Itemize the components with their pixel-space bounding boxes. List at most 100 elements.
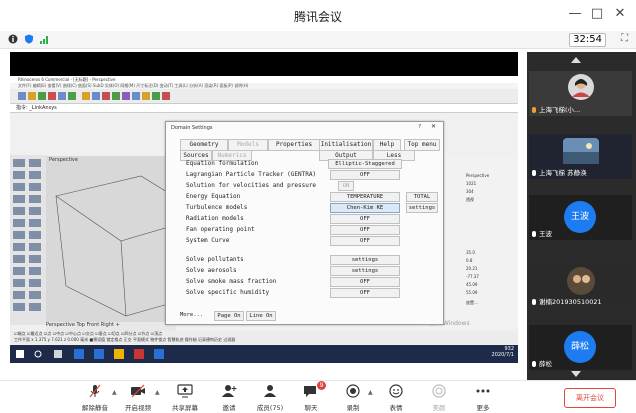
setting-label: Solution for velocities and pressure <box>186 182 317 189</box>
line-on-button[interactable]: Line On <box>246 311 276 321</box>
property-value: 304 <box>466 189 474 194</box>
mic-icon <box>532 361 536 367</box>
title-bar: 腾讯会议 — □ ✕ <box>0 0 636 31</box>
mic-icon <box>532 107 536 113</box>
more-options-button[interactable]: 更多 <box>463 381 503 413</box>
people-icon <box>264 385 276 397</box>
toolbar-icon <box>102 92 110 100</box>
video-button[interactable]: 开启视频 <box>118 381 158 413</box>
info-icon[interactable] <box>8 34 18 44</box>
smoke-fraction-toggle[interactable]: OFF <box>330 277 400 287</box>
toolbar-icon <box>82 92 90 100</box>
toolbar-icon <box>122 92 130 100</box>
participant-name-text: 薛松 <box>539 360 552 368</box>
toolbar-icon <box>92 92 100 100</box>
person-add-icon <box>222 385 237 397</box>
shield-icon[interactable] <box>24 34 34 44</box>
page-on-button[interactable]: Page On <box>214 311 244 321</box>
setting-label: Solve pollutants <box>186 256 244 263</box>
setting-label: Radiation models <box>186 215 244 222</box>
maximize-button[interactable]: □ <box>588 6 606 21</box>
system-curve-toggle[interactable]: OFF <box>330 236 400 246</box>
remote-command-line: 指令: _LinkAnsys <box>10 104 518 113</box>
tray-clock: 932 2020/7/1 <box>492 346 514 358</box>
setting-label: Energy Equation <box>186 193 241 200</box>
participant-name: 谢楠201930510021 <box>532 296 602 306</box>
tab-properties[interactable]: Properties <box>268 139 320 151</box>
participant-name-text: 上海飞梯 苏静涣 <box>539 169 587 177</box>
camera-icon <box>131 384 145 398</box>
participant-name-text: 王波 <box>539 230 552 238</box>
viewport-label: Perspective <box>49 157 78 163</box>
mic-icon <box>532 299 536 305</box>
meeting-timer: 32:54 <box>569 33 606 47</box>
toolbar-icon <box>142 92 150 100</box>
avatar: 薛松 <box>564 331 596 363</box>
aerosols-settings-button[interactable]: settings <box>330 266 400 276</box>
participant-name: 王波 <box>532 228 552 238</box>
toolbar-icon <box>162 92 170 100</box>
minimize-button[interactable]: — <box>566 6 584 21</box>
chat-badge: 9 <box>317 381 326 390</box>
setting-label: Turbulence models <box>186 204 248 211</box>
pollutants-settings-button[interactable]: settings <box>330 255 400 265</box>
setting-label: System Curve <box>186 237 230 244</box>
gentra-toggle[interactable]: OFF <box>330 170 400 180</box>
turbulence-settings-button[interactable]: settings <box>406 203 438 213</box>
remote-toolbar <box>10 89 518 104</box>
remote-taskbar: 932 2020/7/1 <box>10 345 518 363</box>
property-value: 35.0 <box>466 250 475 255</box>
participant-tile[interactable]: 上海飞梯(小... <box>529 71 632 116</box>
chevron-up-icon[interactable]: ▲ <box>368 389 373 396</box>
more-icon <box>476 389 490 393</box>
property-value: 1021 <box>466 181 477 186</box>
leave-meeting-button[interactable]: 离开会议 <box>564 388 616 408</box>
avatar <box>563 138 599 164</box>
toolbar-icon <box>18 92 26 100</box>
property-value: 55.09 <box>466 290 478 295</box>
setting-label: Lagrangian Particle Tracker (GENTRA) <box>186 171 317 178</box>
signal-icon[interactable] <box>40 34 50 44</box>
participant-tile[interactable]: 谢楠201930510021 <box>529 263 632 308</box>
equation-formulation-select[interactable]: Elliptic-Staggered <box>328 159 402 169</box>
participant-name-text: 谢楠201930510021 <box>539 298 602 306</box>
app-title: 腾讯会议 <box>293 10 342 24</box>
participant-tile[interactable]: 上海飞梯 苏静涣 <box>529 134 632 179</box>
fan-operating-toggle[interactable]: OFF <box>330 225 400 235</box>
meeting-toolbar: 解除静音 ▲ 开启视频 ▲ 共享屏幕 邀请 成员(75) 9 聊天 录制 ▲ 表… <box>0 380 636 413</box>
help-icon[interactable]: ? <box>418 124 421 130</box>
turbulence-model-select[interactable]: Chen-Kim KE <box>330 203 400 213</box>
more-label: 更多 <box>476 404 490 412</box>
participant-tile[interactable]: 王波 王波 <box>529 195 632 240</box>
humidity-toggle[interactable]: OFF <box>330 288 400 298</box>
setting-label: Solve specific humidity <box>186 289 270 296</box>
viewport-tabs[interactable]: Perspective Top Front Right + <box>46 322 176 331</box>
setting-label: Fan operating point <box>186 226 255 233</box>
energy-equation-select[interactable]: TEMPERATURE <box>330 192 400 202</box>
scroll-up-icon[interactable] <box>571 57 581 63</box>
mic-icon <box>532 170 536 176</box>
property-value: 45.09 <box>466 282 478 287</box>
dialog-close-icon[interactable]: ✕ <box>431 123 436 130</box>
property-value: -77.37 <box>466 274 479 279</box>
avatar <box>567 267 595 295</box>
toolbar-icon <box>152 92 160 100</box>
scroll-down-icon[interactable] <box>571 371 581 377</box>
beauty-icon <box>432 384 446 398</box>
toolbar-icon <box>28 92 36 100</box>
screen-share-icon <box>177 384 193 398</box>
velocity-pressure-toggle[interactable]: ON <box>338 181 354 191</box>
participant-tile[interactable]: 薛松 薛松 <box>529 325 632 370</box>
chevron-up-icon[interactable]: ▲ <box>155 389 160 396</box>
chevron-up-icon[interactable]: ▲ <box>112 389 117 396</box>
energy-total-button[interactable]: TOTAL <box>406 192 438 202</box>
microphone-icon <box>89 384 101 398</box>
close-button[interactable]: ✕ <box>611 6 629 21</box>
toolbar-icon <box>68 92 76 100</box>
radiation-toggle[interactable]: OFF <box>330 214 400 224</box>
tray-date: 2020/7/1 <box>491 352 514 358</box>
fullscreen-icon[interactable]: ⛶ <box>621 33 628 44</box>
mic-icon <box>532 231 536 237</box>
meeting-status-bar: 32:54 ⛶ <box>0 31 636 49</box>
more-button[interactable]: More... <box>180 311 203 319</box>
